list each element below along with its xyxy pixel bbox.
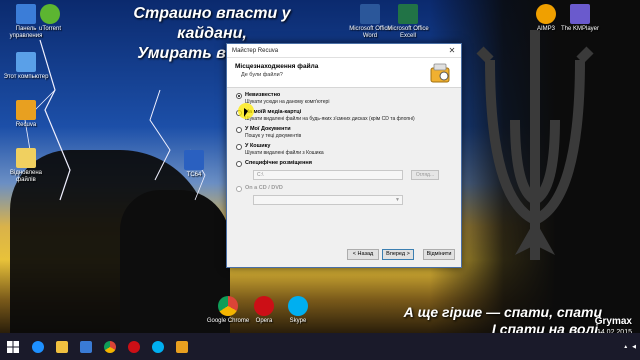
mouse-cursor-icon [244, 108, 248, 117]
option-anywhere[interactable]: Невизвестно Шукати усюди на даному комп'… [235, 92, 453, 106]
excel-icon [398, 4, 418, 24]
path-row: C:\ Огляд... [253, 170, 453, 181]
radio-cd-dvd[interactable] [236, 186, 242, 192]
next-button[interactable]: Вперед > [382, 249, 414, 260]
slogan-bottom-line1: А ще гірше — спати, спати [403, 304, 602, 320]
taskbar-chrome[interactable] [98, 333, 122, 360]
recuva-icon [176, 340, 188, 353]
option-label: On a CD / DVD [245, 185, 283, 191]
chevron-down-icon: ▼ [395, 197, 400, 203]
close-button[interactable]: ✕ [446, 45, 458, 56]
option-cd-dvd[interactable]: On a CD / DVD [235, 185, 453, 192]
wizard-header-title: Місцезнаходження файла [235, 63, 319, 70]
option-media-card[interactable]: На моїй медіа-картці Шукати видалені фай… [235, 109, 453, 123]
skype-icon [152, 340, 164, 353]
option-my-documents[interactable]: У Мої Документи Пошук у теці документів [235, 126, 453, 140]
start-button[interactable] [0, 333, 26, 360]
window-title: Майстер Recuva [232, 48, 279, 54]
wizard-header-subtitle: Де були файли? [241, 72, 283, 78]
taskbar-explorer[interactable] [50, 333, 74, 360]
desktop-icon-label: The KMPlayer [560, 26, 599, 32]
option-label: У Кошику [245, 143, 271, 149]
desktop-icon-label: Відновлена файлів [9, 170, 43, 183]
wizard-button-row: < Назад Вперед > Відмінити [227, 249, 461, 261]
internet-explorer-icon [32, 340, 44, 353]
opera-icon [254, 296, 274, 316]
option-label: У Мої Документи [245, 126, 291, 132]
slogan-top-line1: Страшно впасти у кайдани, [133, 5, 291, 42]
wizard-header: Місцезнаходження файла Де були файли? [227, 58, 461, 88]
radio-recycle-bin[interactable] [236, 144, 242, 150]
desktop-icon-label: Opera [255, 318, 273, 324]
recuva-wizard-window: Майстер Recuva ✕ Місцезнаходження файла … [226, 43, 462, 268]
taskbar: ▲ ◀ [0, 333, 640, 360]
desktop-icon-recovered-files[interactable]: Відновлена файлів [2, 148, 50, 184]
aimp-icon [536, 4, 556, 24]
desktop-icon-label: Skype [289, 318, 307, 324]
wizard-body: Невизвестно Шукати усюди на даному комп'… [227, 88, 461, 267]
taskbar-ie[interactable] [26, 333, 50, 360]
back-button[interactable]: < Назад [347, 249, 379, 260]
window-titlebar[interactable]: Майстер Recuva ✕ [227, 44, 461, 58]
taskbar-opera[interactable] [122, 333, 146, 360]
option-label: На моїй медіа-картці [245, 109, 302, 115]
option-description: Шукати видалені файли на будь-яких з'ємн… [245, 116, 415, 122]
taskbar-recuva[interactable] [170, 333, 194, 360]
desktop-icon-recuva[interactable]: Recuva [2, 100, 50, 129]
option-recycle-bin[interactable]: У Кошику Шукати видалені файли з Кошика [235, 143, 453, 157]
watermark: Grymax [594, 316, 632, 327]
desktop-icon-label: AIMP3 [536, 26, 555, 32]
path-input[interactable]: C:\ [253, 170, 403, 180]
kmplayer-icon [570, 4, 590, 24]
folder-icon [56, 340, 68, 353]
desktop-icon-utorrent[interactable]: uTorrent [26, 4, 74, 33]
word-icon [360, 4, 380, 24]
desktop-icon-computer[interactable]: Этот компьютер [2, 52, 50, 81]
taskbar-store[interactable] [74, 333, 98, 360]
cancel-button[interactable]: Відмінити [423, 249, 455, 260]
utorrent-icon [40, 4, 60, 24]
radio-specific-location[interactable] [236, 161, 242, 167]
computer-icon [16, 52, 36, 72]
desktop-icon-label: Этот компьютер [3, 74, 49, 80]
system-tray: ▲ ◀ [623, 333, 636, 360]
desktop-icon-skype[interactable]: Skype [274, 296, 322, 325]
radio-anywhere[interactable] [236, 93, 242, 99]
windows-logo-icon [7, 340, 19, 353]
desktop-icon-kmplayer[interactable]: The KMPlayer [556, 4, 604, 33]
desktop-icon-label: uTorrent [38, 26, 61, 32]
trident-emblem [476, 30, 594, 260]
recuva-logo-icon [430, 63, 450, 83]
desktop-icon-tc64[interactable]: TC64 [170, 150, 218, 179]
chrome-icon [218, 296, 238, 316]
opera-icon [128, 340, 140, 353]
desktop-icon-label: Microsoft Office Excell [387, 26, 429, 39]
option-label: Невизвестно [245, 92, 281, 98]
radio-my-documents[interactable] [236, 127, 242, 133]
recuva-icon [16, 100, 36, 120]
skype-icon [288, 296, 308, 316]
volume-icon[interactable]: ◀ [632, 344, 636, 350]
taskbar-skype[interactable] [146, 333, 170, 360]
folder-icon [16, 148, 36, 168]
network-icon[interactable]: ▲ [623, 344, 628, 350]
cd-drive-select[interactable]: ▼ [253, 195, 403, 205]
desktop-icon-label: TC64 [186, 172, 202, 178]
option-specific-location[interactable]: Специфічне розміщення [235, 160, 453, 167]
option-description: Шукати усюди на даному комп'ютері [245, 99, 330, 105]
browse-button[interactable]: Огляд... [411, 170, 439, 180]
option-label: Специфічне розміщення [245, 160, 312, 166]
desktop-icon-excel[interactable]: Microsoft Office Excell [384, 4, 432, 40]
floppy-icon [184, 150, 204, 170]
desktop-icon-label: Recuva [15, 122, 37, 128]
store-icon [80, 340, 92, 353]
option-description: Пошук у теці документів [245, 133, 302, 139]
chrome-icon [104, 340, 116, 353]
option-description: Шукати видалені файли з Кошика [245, 150, 324, 156]
